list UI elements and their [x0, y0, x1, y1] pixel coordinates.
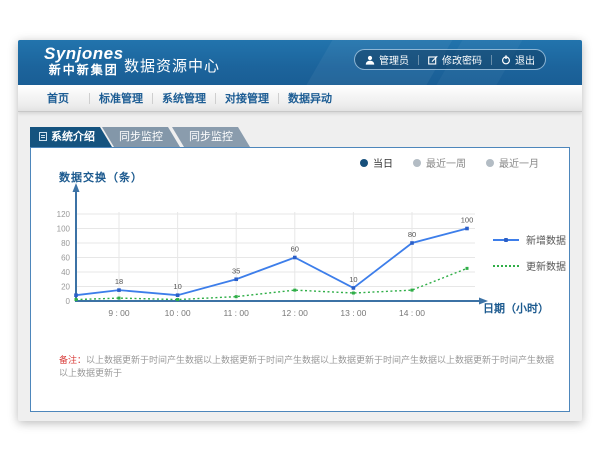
chart-panel: 当日 最近一周 最近一月 数据交换（条） 日期（小时） 020406080100… [30, 147, 570, 412]
radio-dot-icon [486, 159, 494, 167]
range-label: 当日 [373, 155, 393, 170]
svg-text:60: 60 [61, 254, 70, 263]
chart-legend: 新增数据 更新数据 [493, 232, 566, 273]
nav-item-data-change[interactable]: 数据异动 [279, 90, 341, 106]
user-toolbar: 管理员 修改密码 退出 [354, 49, 546, 70]
logo-brand-text: Synjones [44, 45, 124, 64]
svg-text:100: 100 [57, 225, 71, 234]
legend-item-update-data: 更新数据 [493, 258, 566, 273]
svg-text:10: 10 [173, 282, 181, 291]
svg-text:14 : 00: 14 : 00 [399, 308, 425, 318]
svg-text:80: 80 [61, 239, 70, 248]
svg-text:10 : 00: 10 : 00 [165, 308, 191, 318]
tab-sync-monitor-1[interactable]: 同步监控 [102, 127, 180, 147]
range-label: 最近一周 [426, 155, 466, 170]
change-password-button[interactable]: 修改密码 [428, 52, 482, 67]
footnote-prefix: 备注： [59, 355, 86, 365]
legend-item-new-data: 新增数据 [493, 232, 566, 247]
range-option-last-month[interactable]: 最近一月 [486, 155, 539, 170]
svg-text:10: 10 [349, 275, 357, 284]
svg-text:100: 100 [461, 216, 474, 225]
tab-bar: 系统介绍 同步监控 同步监控 [30, 127, 250, 147]
app-header: Synjones 新中新集团 数据资源中心 管理员 修改密码 [18, 40, 582, 85]
radio-dot-icon [413, 159, 421, 167]
logout-button[interactable]: 退出 [501, 52, 535, 67]
edit-icon [428, 55, 438, 65]
page: Synjones 新中新集团 数据资源中心 管理员 修改密码 [0, 0, 600, 450]
tab-label: 同步监控 [189, 131, 233, 143]
legend-label: 更新数据 [526, 258, 566, 273]
range-label: 最近一月 [499, 155, 539, 170]
tab-label: 系统介绍 [51, 131, 95, 143]
svg-text:80: 80 [408, 230, 416, 239]
svg-text:60: 60 [291, 245, 299, 254]
range-option-last-week[interactable]: 最近一周 [413, 155, 466, 170]
svg-text:120: 120 [57, 210, 71, 219]
range-option-today[interactable]: 当日 [360, 155, 393, 170]
legend-label: 新增数据 [526, 232, 566, 247]
svg-text:20: 20 [61, 283, 70, 292]
tab-sync-monitor-2[interactable]: 同步监控 [172, 127, 250, 147]
exchange-line-chart: 0 20 40 60 80 100 120 9 : 00 10 : 00 11 : 00 12 : … [31, 178, 571, 338]
admin-user-button[interactable]: 管理员 [365, 52, 409, 67]
nav-item-interface-mgmt[interactable]: 对接管理 [216, 90, 278, 106]
nav-item-standard-mgmt[interactable]: 标准管理 [90, 90, 152, 106]
svg-text:12 : 00: 12 : 00 [282, 308, 308, 318]
svg-text:13 : 00: 13 : 00 [340, 308, 366, 318]
admin-user-label: 管理员 [379, 52, 409, 67]
content-area: 系统介绍 同步监控 同步监控 当日 最近一周 [18, 112, 582, 421]
dotted-line-swatch-icon [493, 265, 519, 267]
svg-text:0: 0 [66, 297, 71, 306]
radio-dot-icon [360, 159, 368, 167]
solid-line-swatch-icon [493, 239, 519, 241]
footnote: 备注：以上数据更新于时间产生数据以上数据更新于时间产生数据以上数据更新于时间产生… [59, 354, 559, 380]
power-icon [501, 55, 511, 65]
nav-item-home[interactable]: 首页 [27, 90, 89, 106]
app-window: Synjones 新中新集团 数据资源中心 管理员 修改密码 [18, 40, 582, 421]
change-password-label: 修改密码 [442, 52, 482, 67]
document-icon [39, 132, 47, 141]
user-icon [365, 55, 375, 65]
svg-text:35: 35 [232, 266, 240, 275]
nav-item-system-mgmt[interactable]: 系统管理 [153, 90, 215, 106]
svg-text:40: 40 [61, 268, 70, 277]
svg-text:18: 18 [115, 277, 123, 286]
svg-text:11 : 00: 11 : 00 [224, 308, 250, 318]
tab-label: 同步监控 [119, 131, 163, 143]
divider [418, 55, 419, 65]
svg-text:9 : 00: 9 : 00 [108, 308, 130, 318]
main-nav: 首页 标准管理 系统管理 对接管理 数据异动 [18, 85, 582, 112]
tab-system-intro[interactable]: 系统介绍 [30, 127, 112, 147]
logout-label: 退出 [515, 52, 535, 67]
time-range-selector: 当日 最近一周 最近一月 [360, 155, 539, 170]
company-logo: Synjones 新中新集团 [44, 45, 124, 77]
footnote-text: 以上数据更新于时间产生数据以上数据更新于时间产生数据以上数据更新于时间产生数据以… [59, 355, 554, 378]
page-title: 数据资源中心 [124, 55, 220, 76]
logo-company-name: 新中新集团 [44, 64, 124, 77]
divider [491, 55, 492, 65]
